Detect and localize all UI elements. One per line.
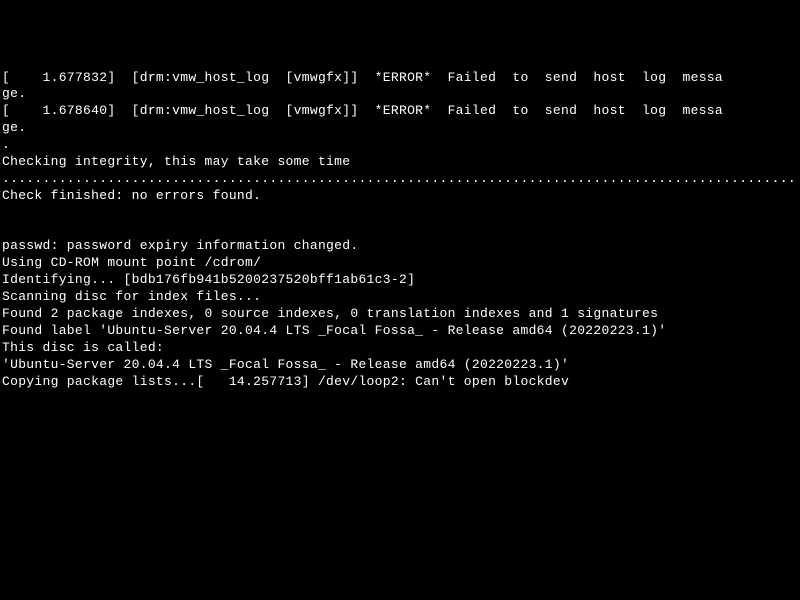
terminal-line: Scanning disc for index files... (2, 289, 798, 306)
terminal-line: ge. (2, 120, 798, 137)
terminal-line: . (2, 137, 798, 154)
terminal-line: passwd: password expiry information chan… (2, 238, 798, 255)
terminal-line: ........................................… (2, 171, 798, 188)
terminal-line: Checking integrity, this may take some t… (2, 154, 798, 171)
terminal-line: Check finished: no errors found. (2, 188, 798, 205)
terminal-line: ge. (2, 86, 798, 103)
terminal-line: Copying package lists...[ 14.257713] /de… (2, 374, 798, 391)
terminal-line: Found 2 package indexes, 0 source indexe… (2, 306, 798, 323)
terminal-line: Using CD-ROM mount point /cdrom/ (2, 255, 798, 272)
terminal-line (2, 222, 798, 239)
terminal-line: This disc is called: (2, 340, 798, 357)
terminal-output: [ 1.677832] [drm:vmw_host_log [vmwgfx]] … (0, 68, 800, 393)
terminal-line: [ 1.677832] [drm:vmw_host_log [vmwgfx]] … (2, 70, 798, 87)
terminal-line: Found label 'Ubuntu-Server 20.04.4 LTS _… (2, 323, 798, 340)
terminal-line: [ 1.678640] [drm:vmw_host_log [vmwgfx]] … (2, 103, 798, 120)
terminal-line: 'Ubuntu-Server 20.04.4 LTS _Focal Fossa_… (2, 357, 798, 374)
terminal-line: Identifying... [bdb176fb941b5200237520bf… (2, 272, 798, 289)
terminal-line (2, 205, 798, 222)
